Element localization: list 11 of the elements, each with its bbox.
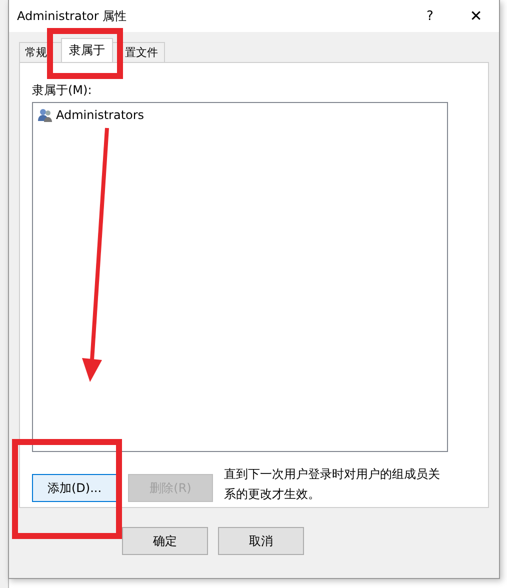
note-text: 直到下一次用户登录时对用户的组成员关系的更改才生效。 xyxy=(224,466,441,503)
help-button[interactable]: ? xyxy=(407,0,453,32)
member-item[interactable]: Administrators xyxy=(37,106,443,124)
action-button[interactable]: 添加(D)... xyxy=(32,474,117,502)
member-label: 隶属于(M): xyxy=(32,83,93,97)
close-button[interactable]: ✕ xyxy=(453,0,499,32)
user-group-icon xyxy=(37,107,53,123)
dialog-button[interactable]: 确定 xyxy=(122,527,208,555)
tab[interactable]: 隶属于 xyxy=(61,38,113,62)
window-title: Administrator 属性 xyxy=(17,8,128,24)
dialog-button[interactable]: 取消 xyxy=(218,527,304,555)
